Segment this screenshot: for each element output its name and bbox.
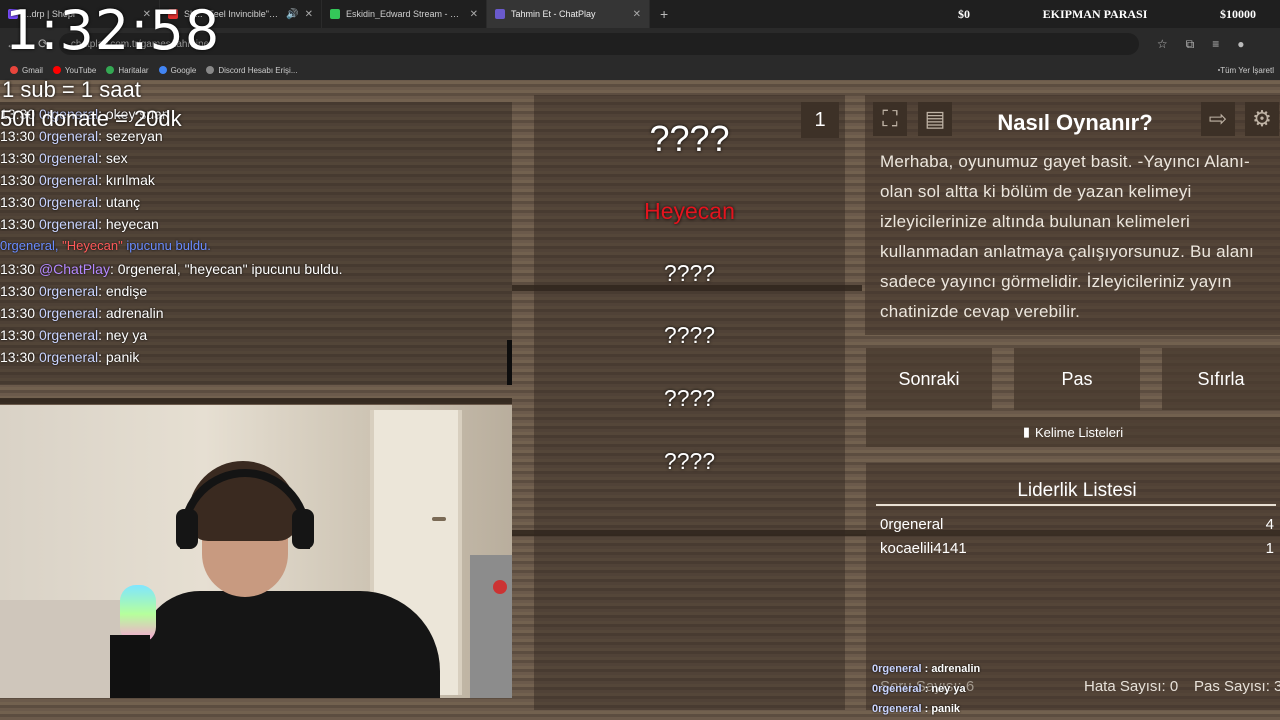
url-field[interactable]: chatplay.com.tr/games/tahminet (58, 33, 1139, 55)
donation-label: EKIPMAN PARASI (1042, 6, 1148, 21)
mini-chat-line: 0rgeneral : panik (872, 703, 961, 715)
profile-icon[interactable]: ● (1237, 37, 1244, 51)
tab-kick[interactable]: Eskidin_Edward Stream - Watch ✕ (322, 0, 487, 28)
tab-chatplay[interactable]: Tahmin Et - ChatPlay ✕ (487, 0, 650, 28)
leaderboard-title: Liderlik Listesi (1017, 480, 1137, 501)
chat-notice: 0rgeneral, "Heyecan" ipucunu buldu. (0, 238, 211, 253)
media-icon[interactable]: ≡ (1212, 37, 1219, 51)
bookmark-youtube[interactable]: YouTube (52, 66, 96, 75)
leaderboard-row: 0rgeneral 4 (880, 516, 1274, 533)
chat-message: 13:30 0rgeneral: kırılmak (0, 172, 155, 188)
reset-button[interactable]: Sıfırla (1162, 348, 1280, 410)
earcup-right (292, 509, 314, 549)
bookmark-maps[interactable]: Haritalar (106, 66, 149, 75)
wood-plank-divider (0, 398, 512, 404)
exit-icon[interactable]: ⇨ (1201, 102, 1235, 136)
word-lists-button[interactable]: ▮ Kelime Listeleri (866, 417, 1280, 447)
extensions-icon[interactable]: ⧉ (1186, 37, 1195, 52)
donation-max: $10000 (1220, 6, 1256, 21)
youtube-icon (52, 66, 61, 74)
new-tab-button[interactable]: + (650, 6, 678, 22)
hidden-clue: ???? (663, 260, 716, 286)
donate-rule-text: 50tl donate = 20dk (0, 106, 182, 131)
chat-message: 13:30 0rgeneral: endişe (0, 283, 148, 299)
mini-chat-line: 0rgeneral : ney ya (872, 683, 966, 695)
found-clue: Heyecan (644, 198, 735, 224)
kick-favicon-icon (330, 9, 340, 19)
how-to-text: Merhaba, oyunumuz gayet basit. -Yayıncı … (880, 152, 1254, 321)
document-icon[interactable]: ▤ (918, 102, 952, 136)
donation-goal-bar: $0 EKIPMAN PARASI $10000 (944, 0, 1280, 28)
sub-rule-text: 1 sub = 1 saat (2, 77, 141, 102)
chat-message: 13:30 0rgeneral: ney ya (0, 327, 148, 343)
gear-icon[interactable]: ⚙ (1245, 102, 1279, 136)
error-count: Hata Sayısı: 0 (1084, 678, 1179, 695)
metal-rack (470, 555, 512, 698)
leaderboard-row: kocaelili4141 1 (880, 540, 1274, 557)
globe-icon (206, 66, 215, 74)
gmail-icon (10, 66, 18, 74)
chat-message: 13:30 0rgeneral: adrenalin (0, 305, 164, 321)
close-icon[interactable]: ✕ (305, 9, 313, 20)
chatplay-favicon-icon (495, 9, 505, 19)
chat-message: 13:30 0rgeneral: heyecan (0, 216, 159, 232)
stream-timer: 1:32:58 (5, 0, 221, 62)
bookmark-google[interactable]: Google (158, 66, 196, 75)
close-icon[interactable]: ✕ (633, 9, 641, 20)
hidden-clue: ???? (663, 322, 716, 348)
bookmark-gmail[interactable]: Gmail (10, 66, 43, 75)
clipboard-icon: ▮ (1022, 424, 1030, 439)
red-knob (493, 580, 507, 594)
pass-count: Pas Sayısı: 3 (1194, 678, 1280, 695)
bookmark-discord[interactable]: Discord Hesabı Erişi... (206, 66, 298, 75)
maps-icon (106, 66, 115, 74)
shirt (140, 591, 440, 698)
mini-chat-line: 0rgeneral : adrenalin (872, 663, 981, 675)
streamer (140, 461, 440, 698)
all-bookmarks[interactable]: Tüm Yer İşaretl (1218, 66, 1274, 75)
fullscreen-icon[interactable]: ⛶ (873, 102, 907, 136)
chat-message: 13:30 0rgeneral: sex (0, 150, 128, 166)
next-button[interactable]: Sonraki (866, 348, 992, 410)
star-icon[interactable]: ☆ (1157, 37, 1168, 51)
hidden-clue: ???? (663, 448, 716, 474)
chat-message: 13:30 0rgeneral: panik (0, 349, 140, 365)
pass-button[interactable]: Pas (1014, 348, 1140, 410)
chat-message: 13:30 @ChatPlay: 0rgeneral, "heyecan" ip… (0, 261, 343, 277)
chat-scrollbar[interactable] (507, 340, 512, 385)
donation-min: $0 (958, 6, 970, 21)
bookmarks-bar: Gmail YouTube Haritalar Google Discord H… (0, 60, 1280, 80)
hidden-clue: ???? (663, 385, 716, 411)
speaker-icon[interactable]: 🔊 (286, 9, 298, 20)
google-icon (158, 66, 167, 74)
webcam-feed (0, 405, 512, 698)
how-to-title: Nasıl Oynanır? (997, 110, 1153, 135)
divider (876, 504, 1276, 506)
close-icon[interactable]: ✕ (470, 9, 478, 20)
door-handle (432, 517, 446, 521)
screen: ...drp | Shopi ✕ Sh... "Feel Invincible"… (0, 0, 1280, 720)
chat-message: 13:30 0rgeneral: utanç (0, 194, 141, 210)
target-word: ???? (649, 118, 730, 159)
earcup-left (176, 509, 198, 549)
microphone-icon (110, 635, 150, 698)
